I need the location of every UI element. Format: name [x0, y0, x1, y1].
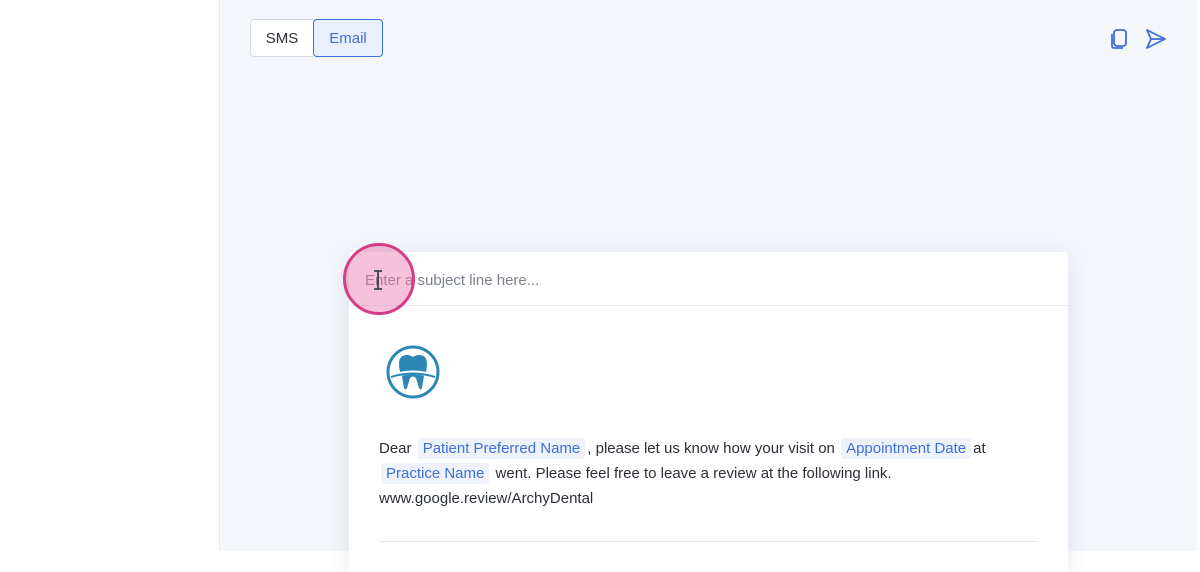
variable-appointment-date[interactable]: Appointment Date — [841, 438, 972, 459]
tooth-logo-icon — [385, 344, 441, 400]
body-text-3: went. Please feel free to leave a review… — [495, 465, 892, 482]
body-text-1: , please let us know how your visit on — [587, 440, 835, 457]
email-preview-card: Dear Patient Preferred Name, please let … — [349, 252, 1068, 572]
review-link[interactable]: www.google.review/ArchyDental — [379, 490, 593, 507]
send-icon[interactable] — [1145, 28, 1167, 50]
body-text-2: at — [973, 440, 986, 457]
variable-patient-name[interactable]: Patient Preferred Name — [417, 438, 586, 459]
text-cursor-icon — [371, 270, 385, 290]
toolbar — [1109, 28, 1167, 50]
greeting: Dear — [379, 440, 412, 457]
email-body: Dear Patient Preferred Name, please let … — [379, 436, 1039, 511]
left-panel — [0, 0, 220, 551]
copy-icon[interactable] — [1109, 28, 1131, 50]
subject-input[interactable] — [363, 267, 1047, 293]
subject-row — [349, 252, 1068, 306]
divider — [379, 541, 1038, 542]
sms-tab[interactable]: SMS — [250, 19, 313, 57]
variable-practice-name[interactable]: Practice Name — [381, 463, 490, 484]
email-tab[interactable]: Email — [313, 19, 383, 57]
channel-toggle: SMS Email — [250, 19, 383, 59]
